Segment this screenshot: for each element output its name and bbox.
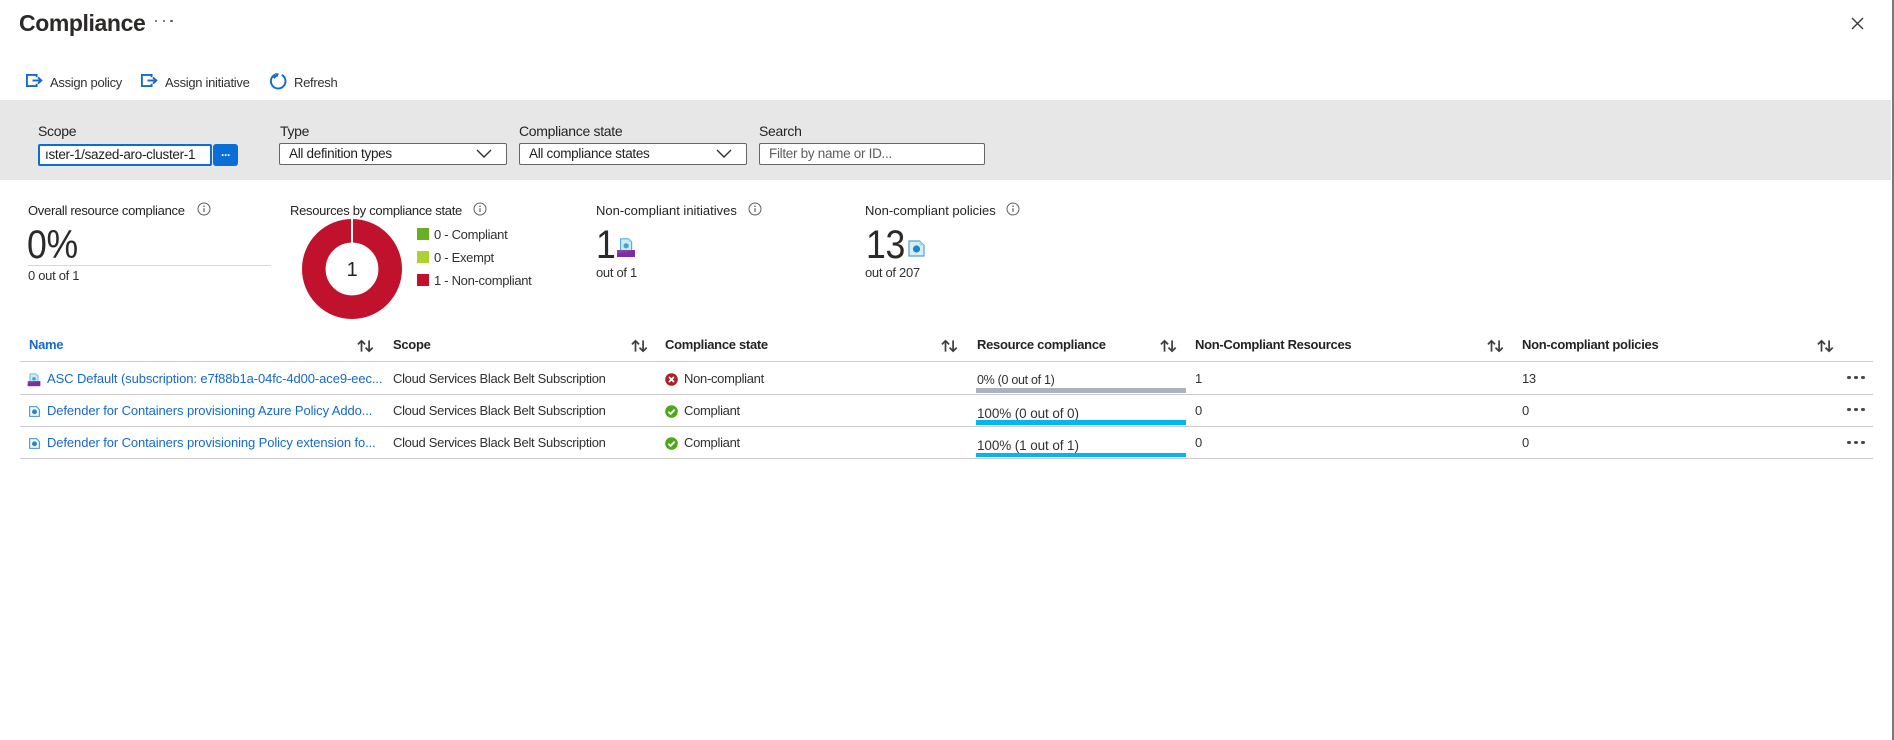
svg-text:1: 1: [347, 259, 358, 281]
